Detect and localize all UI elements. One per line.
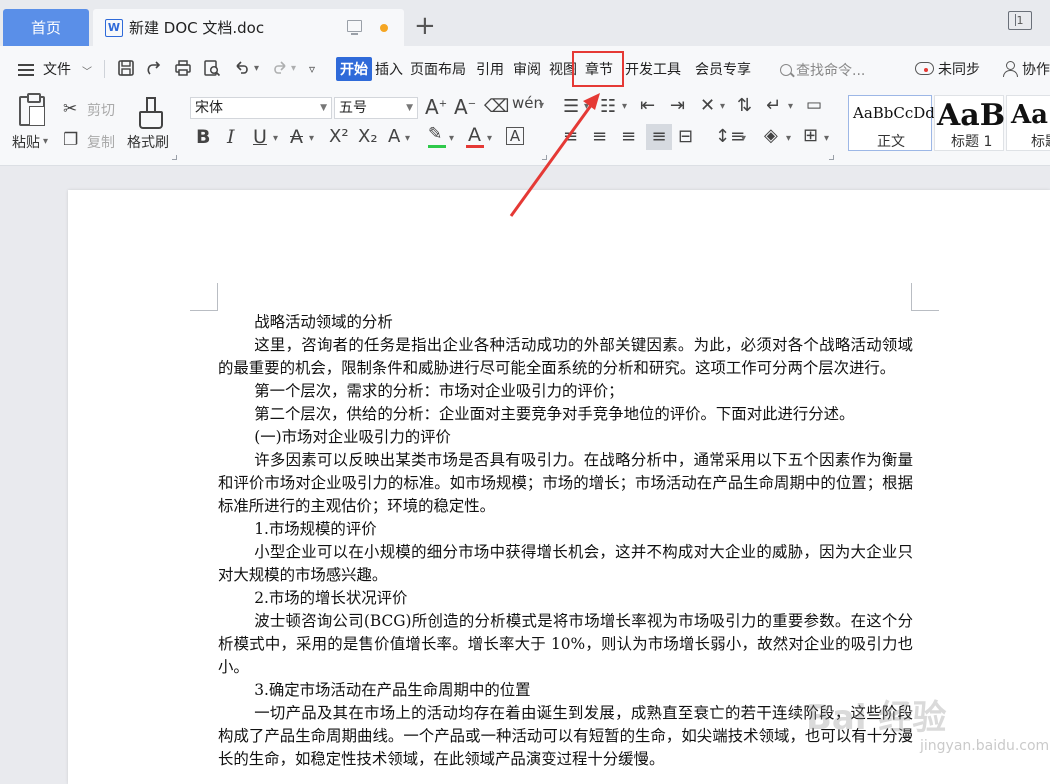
baidu-jingyan-url: jingyan.baidu.com [920, 738, 1050, 754]
wps-writer-window: 首页 W 新建 DOC 文档.doc + 1 文件 ﹀ ▾ ▾ ▿ 开始 插入 … [0, 0, 1050, 784]
annotation-arrow-shaft [509, 103, 594, 217]
annotation-arrow [509, 93, 600, 217]
baidu-jingyan-watermark: Bai 经验 [806, 698, 947, 738]
annotation-arrow-head [583, 93, 600, 110]
